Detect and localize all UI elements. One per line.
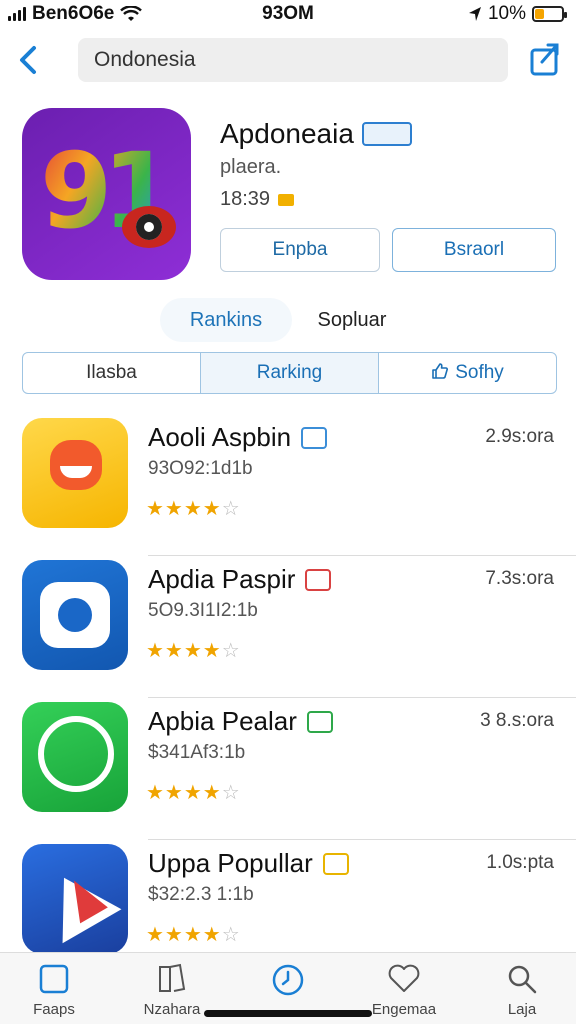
heart-icon [388, 964, 420, 992]
tab-updates[interactable] [238, 963, 338, 1003]
tab-third-label: Sofhy [455, 362, 504, 383]
verified-badge-icon [361, 122, 412, 146]
clock-icon [272, 964, 304, 996]
tab-third[interactable]: Sofhy [379, 353, 556, 393]
list-item[interactable]: Aooli Aspbin 93O92:1d1b ★★★★☆ 2.9s:ora [0, 414, 576, 556]
thumbs-up-icon [432, 363, 449, 379]
segment-popular[interactable]: Sopluar [300, 298, 404, 342]
location-icon [468, 7, 481, 21]
list-item-title-text: Apdia Paspir [148, 564, 296, 594]
list-item-title-text: Apbia Pealar [148, 706, 297, 736]
tab-search[interactable]: Laja [472, 963, 572, 1018]
list-item-title: Aooli Aspbin [148, 422, 328, 453]
app-title-text: Apdoneaia [220, 118, 354, 149]
rating-stars: ★★★★☆ [146, 640, 241, 662]
app-subtitle: plaera. [220, 156, 282, 178]
app-header: 91 Apdoneaia plaera. 18:39 Enpba Bsraorl [0, 108, 576, 288]
tab-apps[interactable]: Faaps [4, 963, 104, 1018]
secondary-action-button[interactable]: Bsraorl [392, 228, 556, 272]
app-meta-text: 18:39 [220, 188, 271, 210]
list-item-score: 7.3s:ora [485, 568, 554, 589]
back-button[interactable] [14, 40, 42, 80]
arrow-logo-icon [22, 844, 128, 954]
phone-icon [22, 702, 128, 812]
share-button[interactable] [528, 40, 562, 78]
q-logo-icon [22, 560, 128, 670]
search-input[interactable]: Ondonesia [78, 38, 508, 82]
segment-control: Rankins Sopluar [0, 298, 576, 342]
primary-action-button[interactable]: Enpba [220, 228, 380, 272]
tab-apps-label: Faaps [33, 1001, 75, 1018]
tab-first[interactable]: Ilasba [23, 353, 201, 393]
list-item-score: 2.9s:ora [485, 426, 554, 447]
app-title: Apdoneaia [220, 118, 412, 150]
list-item-score: 3 8.s:ora [480, 710, 554, 731]
list-item-subtitle: 5O9.3I1I2:1b [148, 600, 258, 621]
square-icon [39, 964, 69, 994]
list-item-title-text: Aooli Aspbin [148, 422, 292, 452]
list-item-score: 1.0s:pta [486, 852, 554, 873]
status-right: 10% [468, 3, 567, 25]
badge-icon [306, 710, 333, 733]
list-item-title: Uppa Popullar [148, 848, 349, 879]
list-item-title: Apbia Pealar [148, 706, 333, 737]
badge-icon [301, 426, 328, 449]
book-icon [159, 963, 186, 992]
badge-icon [322, 852, 349, 875]
app-icon: 91 [22, 108, 191, 280]
tag-icon [278, 193, 295, 206]
rating-stars: ★★★★☆ [146, 924, 241, 946]
app-meta: 18:39 [220, 188, 295, 211]
cat-face-icon [22, 418, 128, 528]
list-item-subtitle: $32:2.3 1:1b [148, 884, 254, 905]
category-tabs: Ilasba Rarking Sofhy [22, 352, 557, 394]
list-item[interactable]: Apdia Paspir 5O9.3I1I2:1b ★★★★☆ 7.3s:ora [0, 556, 576, 698]
eye-icon [122, 206, 176, 248]
tab-search-label: Laja [507, 1001, 537, 1018]
list-item[interactable]: Apbia Pealar $341Af3:1b ★★★★☆ 3 8.s:ora [0, 698, 576, 840]
list-item-subtitle: 93O92:1d1b [148, 458, 253, 479]
home-indicator [204, 1010, 372, 1017]
search-icon [508, 965, 537, 994]
rating-stars: ★★★★☆ [146, 498, 241, 520]
nav-bar: Ondonesia [0, 36, 576, 84]
status-bar: Ben6O6e 93OM 10% [0, 0, 576, 26]
badge-icon [305, 568, 332, 591]
list-item-subtitle: $341Af3:1b [148, 742, 246, 763]
segment-rankings[interactable]: Rankins [160, 298, 292, 342]
tab-ranking[interactable]: Rarking [201, 353, 379, 393]
rating-stars: ★★★★☆ [146, 782, 241, 804]
list-item-title-text: Uppa Popullar [148, 848, 313, 878]
list-item-title: Apdia Paspir [148, 564, 332, 595]
battery-percent: 10% [487, 3, 526, 24]
battery-icon [532, 6, 567, 22]
app-list: Aooli Aspbin 93O92:1d1b ★★★★☆ 2.9s:ora A… [0, 414, 576, 982]
